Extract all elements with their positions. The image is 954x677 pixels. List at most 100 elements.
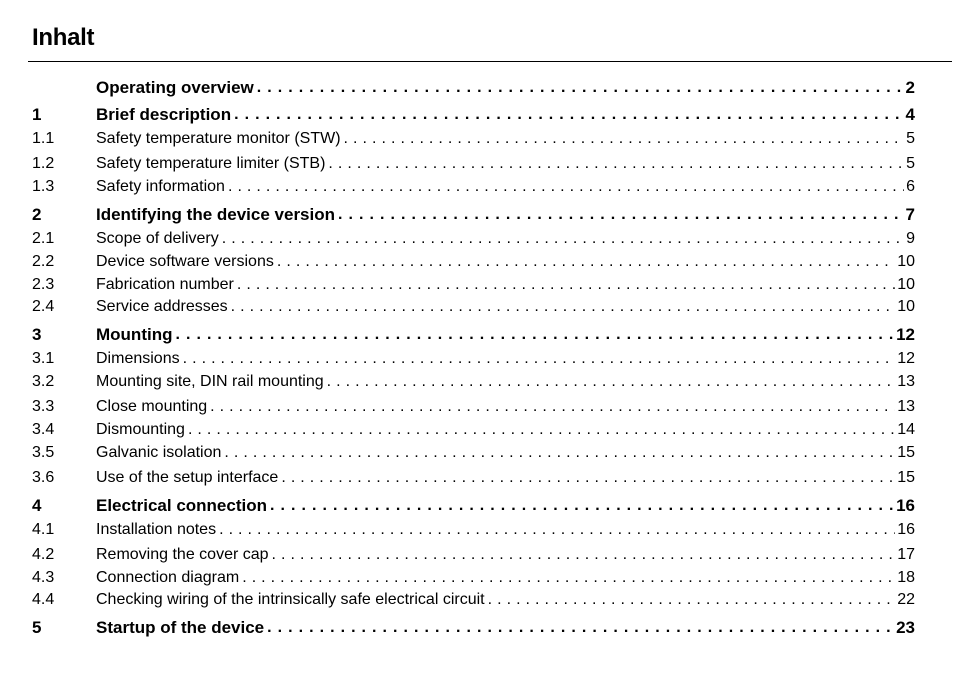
toc-entry-page: 12 — [897, 350, 915, 367]
toc-entry-title: Device software versions — [96, 253, 274, 270]
toc-entry-number: 4.1 — [32, 521, 55, 538]
toc-entry[interactable]: 5 Startup of the device 23 — [32, 617, 915, 639]
toc-entry-number: 3.1 — [32, 350, 55, 367]
toc-entry-number: 4.2 — [32, 546, 55, 563]
toc-entry-number: 1.3 — [32, 178, 55, 195]
toc-entry-title: Safety temperature limiter (STB) — [96, 155, 326, 172]
toc-entry[interactable]: 4 Electrical connection 16 — [32, 495, 915, 517]
dot-leader — [485, 591, 896, 609]
toc-entry-number: 4.4 — [32, 591, 55, 608]
toc-entry-title: Identifying the device version — [96, 205, 336, 224]
toc-entry[interactable]: Operating overview 2 — [32, 77, 915, 99]
toc-entry-number: 1.2 — [32, 155, 55, 172]
dot-leader — [185, 421, 895, 439]
toc-entry-title: Safety information — [96, 178, 225, 195]
toc-entry[interactable]: 4.2 Removing the cover cap 17 — [32, 544, 915, 566]
toc-entry-page: 10 — [897, 298, 915, 315]
toc-entry[interactable]: 4.1 Installation notes 16 — [32, 519, 915, 541]
toc-entry-title: Electrical connection — [96, 496, 267, 515]
dot-leader — [216, 521, 895, 539]
toc-entry[interactable]: 1 Brief description 4 — [32, 104, 915, 126]
toc-entry-number: 4.3 — [32, 569, 55, 586]
toc-entry[interactable]: 3.5 Galvanic isolation 15 — [32, 442, 915, 464]
dot-leader — [267, 497, 894, 515]
toc-entry-page: 16 — [897, 521, 915, 538]
toc-entry-title: Mounting site, DIN rail mounting — [96, 373, 324, 390]
toc-entry-title: Dimensions — [96, 350, 180, 367]
toc-entry-page: 10 — [897, 276, 915, 293]
toc-entry-page: 9 — [906, 230, 915, 247]
toc-entry-page: 13 — [897, 373, 915, 390]
toc-entry-page: 2 — [905, 78, 915, 97]
toc-entry-page: 5 — [906, 155, 915, 172]
toc-entry-title: Startup of the device — [96, 618, 265, 637]
toc-entry[interactable]: 1.2 Safety temperature limiter (STB) 5 — [32, 153, 915, 175]
toc-entry[interactable]: 4.3 Connection diagram 18 — [32, 567, 915, 589]
toc-entry-title: Installation notes — [96, 521, 217, 538]
dot-leader — [239, 569, 895, 587]
toc-entry-page: 18 — [897, 569, 915, 586]
toc-entry[interactable]: 2.1 Scope of delivery 9 — [32, 228, 915, 250]
toc-entry-page: 13 — [897, 398, 915, 415]
toc-entry[interactable]: 2.2 Device software versions 10 — [32, 251, 915, 273]
toc-entry-page: 17 — [897, 546, 915, 563]
dot-leader — [341, 130, 905, 148]
toc-entry-title: Checking wiring of the intrinsically saf… — [96, 591, 485, 608]
toc-entry-page: 23 — [896, 618, 915, 637]
dot-leader — [172, 326, 894, 344]
toc-entry-page: 4 — [905, 105, 915, 124]
toc-entry-title: Mounting — [96, 325, 173, 344]
toc-entry[interactable]: 3 Mounting 12 — [32, 324, 915, 346]
toc-entry-title: Brief description — [96, 105, 232, 124]
toc-entry-page: 6 — [906, 178, 915, 195]
toc-entry-number: 5 — [32, 618, 42, 637]
toc-entry-title: Operating overview — [96, 78, 254, 97]
toc-entry-number: 2.2 — [32, 253, 55, 270]
toc-entry-number: 2 — [32, 205, 42, 224]
toc-entry-page: 16 — [896, 496, 915, 515]
toc-entry-page: 5 — [906, 130, 915, 147]
toc-entry-title: Fabrication number — [96, 276, 234, 293]
dot-leader — [269, 546, 896, 564]
toc-entry[interactable]: 3.1 Dimensions 12 — [32, 348, 915, 370]
toc-entry-number: 2.1 — [32, 230, 55, 247]
toc-entry-number: 3.6 — [32, 469, 55, 486]
toc-entry-number: 3.5 — [32, 444, 55, 461]
toc-entry[interactable]: 3.3 Close mounting 13 — [32, 396, 915, 418]
toc-entry-number: 3.3 — [32, 398, 55, 415]
toc-entry[interactable]: 1.1 Safety temperature monitor (STW) 5 — [32, 128, 915, 150]
dot-leader — [254, 79, 904, 97]
toc-entry-title: Use of the setup interface — [96, 469, 279, 486]
toc-entry[interactable]: 3.4 Dismounting 14 — [32, 419, 915, 441]
toc-entry-page: 7 — [905, 205, 915, 224]
dot-leader — [225, 178, 904, 196]
toc-entry[interactable]: 2.4 Service addresses 10 — [32, 296, 915, 318]
dot-leader — [207, 398, 895, 416]
toc-entry-number: 2.3 — [32, 276, 55, 293]
toc-entry-page: 10 — [897, 253, 915, 270]
toc-entry-title: Scope of delivery — [96, 230, 219, 247]
dot-leader — [278, 469, 895, 487]
toc-entry-title: Galvanic isolation — [96, 444, 222, 461]
dot-leader — [219, 230, 904, 248]
toc-entry[interactable]: 2 Identifying the device version 7 — [32, 204, 915, 226]
dot-leader — [324, 373, 896, 391]
toc-entry-title: Safety temperature monitor (STW) — [96, 130, 341, 147]
toc-entry-title: Service addresses — [96, 298, 228, 315]
toc-entry-title: Connection diagram — [96, 569, 240, 586]
toc-entry[interactable]: 3.6 Use of the setup interface 15 — [32, 467, 915, 489]
toc-entry-title: Close mounting — [96, 398, 208, 415]
dot-leader — [228, 298, 896, 316]
toc-entry-number: 3.2 — [32, 373, 55, 390]
toc-entry-title: Dismounting — [96, 421, 185, 438]
toc-entry[interactable]: 4.4 Checking wiring of the intrinsically … — [32, 589, 915, 611]
toc-entry-page: 12 — [896, 325, 915, 344]
dot-leader — [335, 206, 904, 224]
toc-entry-page: 14 — [897, 421, 915, 438]
dot-leader — [264, 619, 894, 637]
dot-leader — [180, 350, 896, 368]
toc-entry[interactable]: 1.3 Safety information 6 — [32, 176, 915, 198]
toc-entry[interactable]: 3.2 Mounting site, DIN rail mounting 13 — [32, 371, 915, 393]
toc-entry-number: 1.1 — [32, 130, 55, 147]
toc-entry[interactable]: 2.3 Fabrication number 10 — [32, 274, 915, 296]
